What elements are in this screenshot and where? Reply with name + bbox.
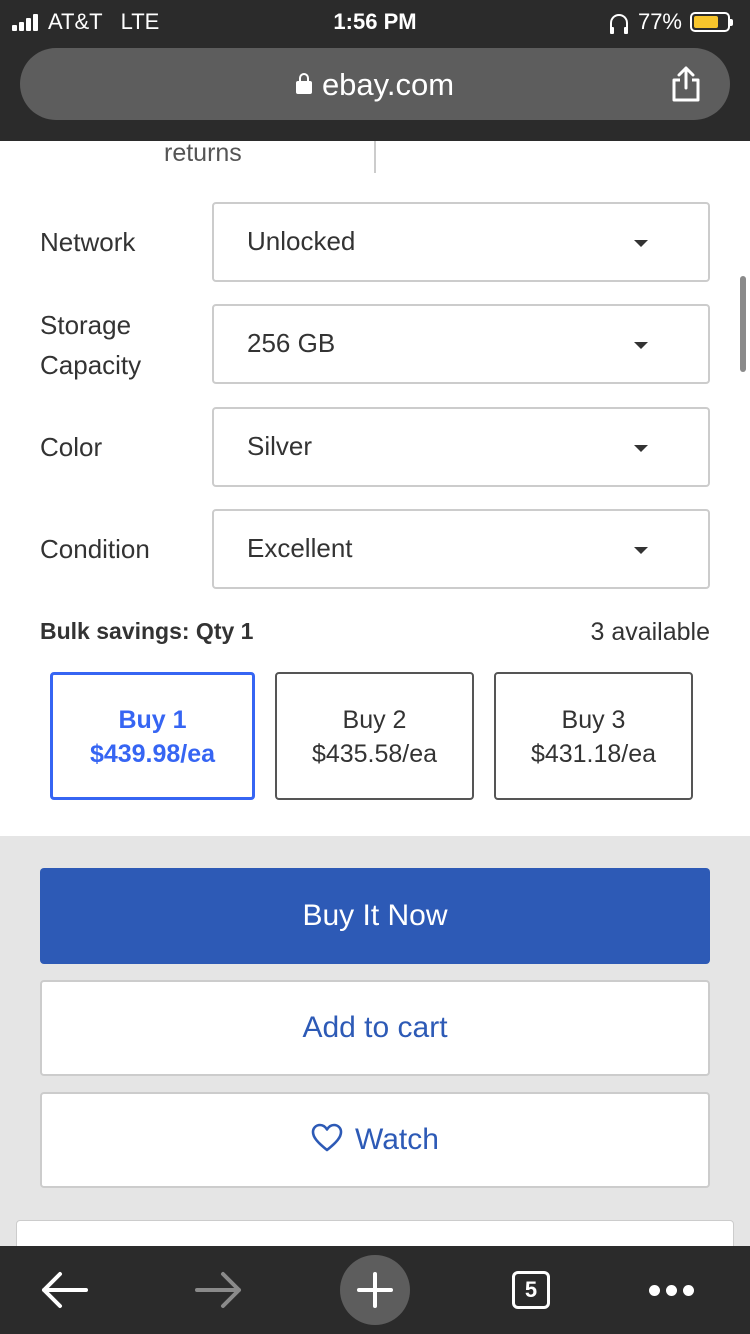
buy-it-now-button[interactable]: Buy It Now [40,868,710,964]
network-value: Unlocked [247,226,356,256]
new-tab-button[interactable] [330,1246,420,1334]
storage-value: 256 GB [247,328,336,358]
bulk-savings-title: Bulk savings: Qty 1 [40,618,254,644]
network-select[interactable]: Unlocked [212,202,710,282]
lock-icon [295,73,312,94]
browser-chrome: AT&T LTE 1:56 PM 77% ebay.com [0,0,750,141]
tier-qty: Buy 1 [118,706,187,734]
color-label: Color [40,432,103,462]
tier-price: $431.18/ea [530,740,657,768]
browser-toolbar: 5 [0,1246,750,1334]
available-count: 3 available [590,618,710,646]
item-stats-peek: returns [0,141,750,181]
headphones-icon [609,14,628,34]
storage-label-line1: Storage [40,310,132,340]
page-scrollbar[interactable] [740,276,746,372]
tier-qty: Buy 3 [561,706,626,734]
caret-down-icon [634,240,648,247]
address-bar[interactable]: ebay.com [20,48,730,120]
url-text: ebay.com [321,67,455,102]
network-label: Network [40,227,136,257]
watch-button[interactable]: Watch [40,1092,710,1188]
storage-select[interactable]: 256 GB [212,304,710,384]
condition-value: Excellent [247,533,353,563]
back-button[interactable] [19,1246,109,1334]
bulk-tier-buy-2[interactable]: Buy 2 $435.58/ea [275,672,474,800]
stats-divider [374,141,376,173]
condition-select[interactable]: Excellent [212,509,710,589]
battery-percent: 77% [637,9,682,34]
color-value: Silver [247,431,313,461]
tier-price: $435.58/ea [311,740,438,768]
storage-capacity-label: Storage Capacity [40,305,141,385]
caret-down-icon [634,445,648,452]
share-icon[interactable] [666,64,706,104]
storage-label-line2: Capacity [40,350,142,380]
tier-qty: Buy 2 [342,706,407,734]
back-arrow-icon [42,1272,88,1308]
color-select[interactable]: Silver [212,407,710,487]
bulk-tier-buy-1[interactable]: Buy 1 $439.98/ea [50,672,255,800]
status-bar: AT&T LTE 1:56 PM 77% [0,0,750,40]
heart-icon [311,1123,343,1152]
add-to-cart-button[interactable]: Add to cart [40,980,710,1076]
more-dots-icon [646,1284,697,1296]
more-menu-button[interactable] [626,1246,716,1334]
watch-label: Watch [355,1123,439,1156]
tier-price: $439.98/ea [89,740,216,768]
battery-icon [690,12,733,32]
tabs-icon: 5 [512,1271,550,1309]
caret-down-icon [634,547,648,554]
forward-arrow-icon [195,1272,241,1308]
new-tab-plus-icon [340,1255,410,1325]
returns-text: returns [164,141,242,167]
condition-label: Condition [40,534,150,564]
bulk-tier-buy-3[interactable]: Buy 3 $431.18/ea [494,672,693,800]
tabs-button[interactable]: 5 [486,1246,576,1334]
forward-button[interactable] [174,1246,264,1334]
caret-down-icon [634,342,648,349]
